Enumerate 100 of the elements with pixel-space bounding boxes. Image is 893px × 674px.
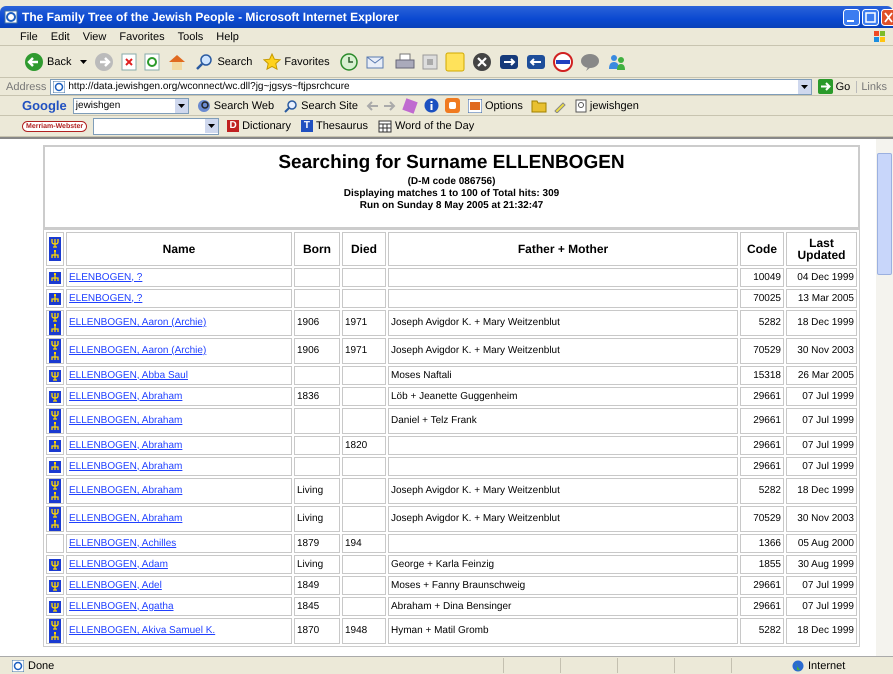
table-cell: [342, 268, 386, 287]
name-link[interactable]: ELLENBOGEN, Abraham: [69, 440, 182, 450]
search-button[interactable]: Search: [194, 52, 254, 70]
dropdown-arrow-icon[interactable]: [80, 60, 88, 64]
stop-icon[interactable]: [121, 52, 138, 70]
info-icon[interactable]: [424, 98, 439, 113]
table-cell: 1366: [740, 534, 784, 553]
ancestor-tree-icon[interactable]: [49, 390, 61, 402]
back-button[interactable]: Back: [22, 52, 74, 72]
dropdown-arrow-icon[interactable]: [178, 104, 185, 108]
google-search-field[interactable]: jewishgen: [72, 98, 189, 114]
menu-item[interactable]: Help: [210, 30, 246, 42]
table-cell: 07 Jul 1999: [786, 387, 857, 406]
search-site-button[interactable]: Search Site: [282, 98, 360, 112]
family-tree-icon[interactable]: [49, 507, 61, 531]
column-header: Died: [342, 232, 386, 266]
name-link[interactable]: ELLENBOGEN, Abraham: [69, 415, 182, 426]
menu-item[interactable]: Tools: [172, 30, 210, 42]
globe-icon: [792, 660, 804, 672]
name-link[interactable]: ELLENBOGEN, Abraham: [69, 390, 182, 402]
dictionary-search-field[interactable]: [93, 118, 220, 134]
word-of-day-button[interactable]: Word of the Day: [376, 119, 476, 133]
scrollbar[interactable]: [876, 139, 893, 656]
search-info-line: (D-M code 086756): [406, 176, 496, 188]
descendant-tree-icon[interactable]: [49, 292, 61, 304]
ancestor-tree-icon[interactable]: [49, 370, 61, 382]
ancestor-tree-icon[interactable]: [49, 600, 61, 612]
site-search-button[interactable]: jewishgen: [572, 98, 641, 112]
name-link[interactable]: ELLENBOGEN, Abraham: [69, 460, 182, 472]
search-info-line: Run on Sunday 8 May 2005 at 21:32:47: [358, 200, 544, 212]
name-link[interactable]: ELLENBOGEN, Aaron (Archie): [69, 345, 206, 356]
name-link[interactable]: ELENBOGEN, ?: [69, 272, 142, 282]
table-cell: [342, 597, 386, 616]
close-button[interactable]: [881, 8, 893, 26]
scroll-thumb[interactable]: [877, 153, 892, 275]
family-tree-icon[interactable]: [49, 311, 61, 335]
page-search-icon: [574, 98, 587, 112]
family-tree-icon[interactable]: [49, 479, 61, 503]
name-link[interactable]: ELENBOGEN, ?: [69, 292, 142, 304]
descendant-tree-icon[interactable]: [49, 460, 61, 472]
ancestor-tree-icon[interactable]: [49, 558, 61, 570]
chat-icon[interactable]: [580, 52, 600, 72]
history-icon[interactable]: [338, 52, 359, 72]
dictionary-icon: D: [227, 120, 240, 132]
table-cell: Moses Naftali: [388, 366, 738, 385]
table-cell: 15318: [740, 366, 784, 385]
options-button[interactable]: Options: [466, 98, 525, 112]
name-link[interactable]: ELLENBOGEN, Adel: [69, 580, 162, 590]
print-icon[interactable]: [394, 52, 415, 70]
family-tree-icon[interactable]: [49, 339, 61, 363]
name-link[interactable]: ELLENBOGEN, Adam: [69, 558, 168, 570]
page-icon: [53, 80, 66, 92]
table-cell: Joseph Avigdor K. + Mary Weitzenblut: [388, 310, 738, 336]
menu-item[interactable]: Favorites: [113, 30, 172, 42]
favorites-button[interactable]: Favorites: [261, 52, 332, 70]
menu-item[interactable]: File: [14, 30, 45, 42]
family-tree-icon[interactable]: [49, 619, 61, 643]
descendant-tree-icon[interactable]: [49, 272, 61, 284]
name-link[interactable]: ELLENBOGEN, Achilles: [69, 538, 176, 548]
family-tree-icon[interactable]: [49, 237, 61, 261]
security-zone: Internet: [808, 660, 846, 672]
family-tree-icon[interactable]: [49, 409, 61, 433]
table-cell: 1820: [342, 436, 386, 455]
descendant-tree-icon[interactable]: [49, 440, 61, 452]
address-field[interactable]: http://data.jewishgen.org/wconnect/wc.dll?jg~jgsys~ftjpsrchcure: [50, 78, 812, 94]
table-cell: 1906: [294, 338, 340, 364]
window-title: The Family Tree of the Jewish People - Microsoft Internet Explorer: [22, 10, 400, 24]
ancestor-tree-icon[interactable]: [49, 580, 61, 592]
table-cell: [294, 366, 340, 385]
google-logo[interactable]: Google: [22, 98, 67, 113]
dropdown-arrow-icon[interactable]: [800, 84, 808, 88]
menu-item[interactable]: Edit: [44, 30, 77, 42]
name-link[interactable]: ELLENBOGEN, Agatha: [69, 600, 174, 612]
menu-item[interactable]: View: [76, 30, 114, 42]
dropdown-arrow-icon[interactable]: [208, 124, 216, 128]
folder-icon[interactable]: [530, 98, 547, 112]
minimize-button[interactable]: [843, 8, 860, 26]
thesaurus-button[interactable]: T Thesaurus: [298, 120, 370, 132]
table-cell: 1849: [294, 576, 340, 595]
search-web-button[interactable]: Search Web: [194, 98, 276, 112]
name-link[interactable]: ELLENBOGEN, Akiva Samuel K.: [69, 625, 216, 636]
go-button[interactable]: Go: [816, 79, 852, 94]
links-label[interactable]: Links: [856, 80, 887, 92]
name-link[interactable]: ELLENBOGEN, Abba Saul: [69, 370, 188, 380]
refresh-icon[interactable]: [144, 52, 160, 70]
maximize-button[interactable]: [862, 8, 879, 26]
name-link[interactable]: ELLENBOGEN, Abraham: [69, 513, 182, 524]
name-link[interactable]: ELLENBOGEN, Abraham: [69, 485, 182, 496]
table-cell: 1870: [294, 618, 340, 644]
table-cell: 30 Nov 2003: [786, 338, 857, 364]
table-cell: 07 Jul 1999: [786, 408, 857, 434]
table-cell: 07 Jul 1999: [786, 576, 857, 595]
table-cell: 1879: [294, 534, 340, 553]
windows-logo-icon: [873, 30, 887, 44]
dictionary-button[interactable]: D Dictionary: [225, 120, 293, 132]
home-icon[interactable]: [167, 52, 188, 70]
table-cell: 1855: [740, 555, 784, 574]
name-link[interactable]: ELLENBOGEN, Aaron (Archie): [69, 317, 206, 328]
close-circle-icon[interactable]: [472, 52, 492, 72]
search-icon: [196, 52, 214, 70]
